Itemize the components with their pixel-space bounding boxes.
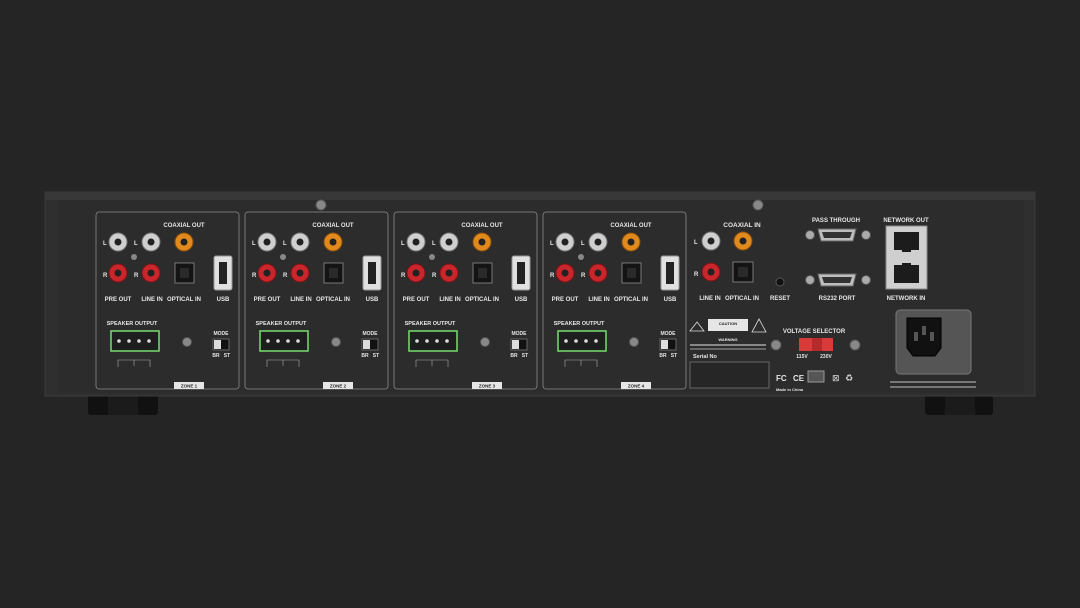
amplifier-rear-panel: COAXIAL OUT L L R R PRE OUT LINE IN OPTICAL IN U… [44,191,1036,415]
pre-out-label: PRE OUT [403,297,430,303]
source-line-in-label: LINE IN [699,296,720,302]
svg-text:ST: ST [373,353,379,359]
svg-text:R: R [103,273,108,279]
network-in-port[interactable] [894,265,919,283]
screw [480,337,490,347]
svg-text:L: L [550,241,554,247]
svg-text:L: L [252,241,256,247]
recycle-icon: ♻ [845,374,853,384]
ce-mark: CE [793,374,805,383]
svg-text:R: R [581,273,586,279]
speaker-output-label: SPEAKER OUTPUT [554,321,605,327]
svg-text:R: R [283,273,288,279]
serial-number-box [689,361,770,389]
pre-out-label: PRE OUT [105,297,132,303]
reset-button[interactable] [775,277,785,287]
svg-text:R: R [694,272,699,278]
usb-label: USB [515,297,528,303]
network-out-label: NETWORK OUT [883,218,929,224]
mode-label: MODE [661,331,677,337]
warning-label: WARNING [718,337,737,342]
reset-label: RESET [770,296,790,302]
line-in-label: LINE IN [141,297,162,303]
voltage-selector-label: VOLTAGE SELECTOR [783,329,846,335]
network-in-label: NETWORK IN [887,296,926,302]
iec-power-inlet[interactable] [906,317,942,357]
zone-label: ZONE 1 [181,384,198,389]
svg-text:L: L [134,241,138,247]
svg-text:ST: ST [522,353,528,359]
weee-icon: ⊠ [832,374,840,384]
screw [752,199,764,211]
feet [88,395,993,415]
optical-in-label: OPTICAL IN [167,297,201,303]
mode-label: MODE [512,331,528,337]
coaxial-out-label: COAXIAL OUT [610,223,652,229]
optical-in-label: OPTICAL IN [316,297,350,303]
screw [629,337,639,347]
svg-text:R: R [134,273,139,279]
made-in-label: Made in China [776,387,804,392]
serial-no-label: Serial No [693,354,717,360]
svg-text:BR: BR [361,353,369,359]
svg-text:ST: ST [224,353,230,359]
svg-text:R: R [432,273,437,279]
svg-text:CAUTION: CAUTION [719,321,737,326]
zone-label: ZONE 3 [479,384,496,389]
rs232-port-label: RS232 PORT [819,296,856,302]
svg-text:R: R [252,273,257,279]
line-in-label: LINE IN [290,297,311,303]
usb-label: USB [664,297,677,303]
svg-text:BR: BR [659,353,667,359]
screw [331,337,341,347]
svg-text:115V: 115V [796,354,808,360]
speaker-output-label: SPEAKER OUTPUT [405,321,456,327]
svg-text:BR: BR [212,353,220,359]
svg-text:L: L [432,241,436,247]
zone-label: ZONE 4 [628,384,645,389]
line-in-label: LINE IN [588,297,609,303]
svg-text:ST: ST [671,353,677,359]
pass-through-label: PASS THROUGH [812,218,860,224]
svg-text:L: L [283,241,287,247]
network-out-port[interactable] [894,232,919,250]
usb-label: USB [217,297,230,303]
svg-text:230V: 230V [820,354,832,360]
speaker-output-label: SPEAKER OUTPUT [107,321,158,327]
svg-text:BR: BR [510,353,518,359]
usb-label: USB [366,297,379,303]
svg-text:L: L [581,241,585,247]
coaxial-out-label: COAXIAL OUT [312,223,354,229]
svg-text:L: L [103,241,107,247]
mode-label: MODE [363,331,379,337]
coaxial-out-label: COAXIAL OUT [461,223,503,229]
screw [182,337,192,347]
pre-out-label: PRE OUT [254,297,281,303]
optical-in-label: OPTICAL IN [614,297,648,303]
line-in-label: LINE IN [439,297,460,303]
svg-text:L: L [694,240,698,246]
speaker-output-label: SPEAKER OUTPUT [256,321,307,327]
optical-in-label: OPTICAL IN [465,297,499,303]
source-optical-in-label: OPTICAL IN [725,296,759,302]
svg-text:L: L [401,241,405,247]
fc-mark: FC [776,374,787,383]
pre-out-label: PRE OUT [552,297,579,303]
zone-label: ZONE 2 [330,384,347,389]
coaxial-in-label: COAXIAL IN [723,222,761,229]
mode-label: MODE [214,331,230,337]
svg-text:R: R [550,273,555,279]
screw [315,199,327,211]
coaxial-out-label: COAXIAL OUT [163,223,205,229]
svg-text:R: R [401,273,406,279]
